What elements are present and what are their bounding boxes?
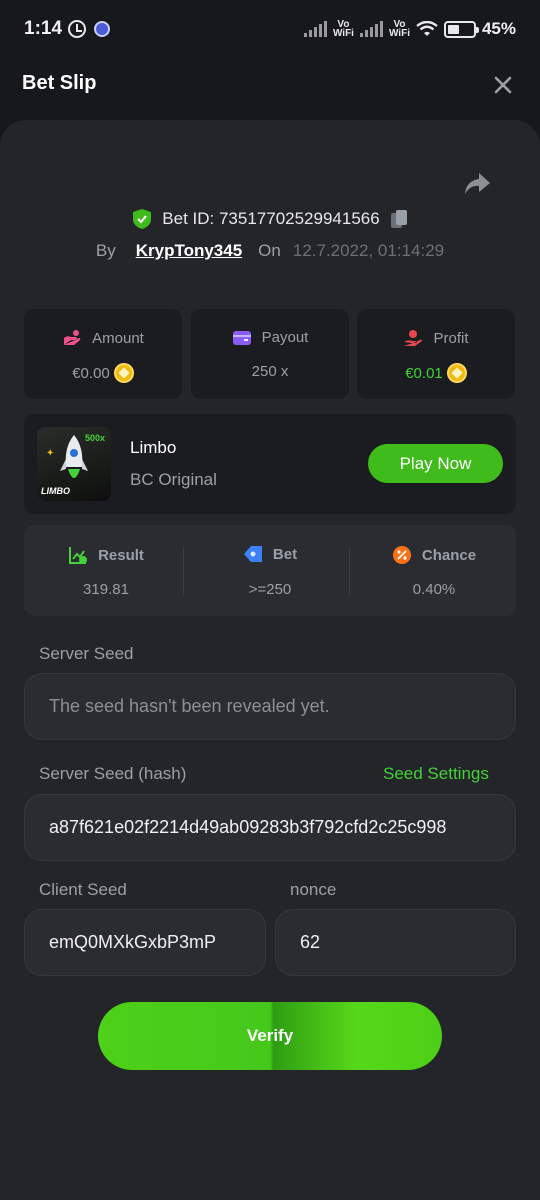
play-now-button[interactable]: Play Now bbox=[368, 444, 503, 483]
chance-value: 0.40% bbox=[412, 581, 456, 598]
chance-column: Chance 0.40% bbox=[352, 525, 516, 616]
battery-percent: 45% bbox=[481, 19, 516, 38]
amount-icon bbox=[64, 330, 81, 345]
result-value: 319.81 bbox=[83, 581, 129, 598]
result-label: Result bbox=[98, 546, 144, 564]
coin-icon bbox=[446, 363, 467, 383]
profit-value: €0.01 bbox=[405, 364, 443, 382]
signal-icon-2 bbox=[359, 21, 383, 37]
bet-id: Bet ID: 73517702529941566 bbox=[162, 209, 380, 228]
thumb-logo: LIMBO bbox=[41, 486, 70, 496]
profit-icon bbox=[404, 330, 423, 346]
server-seed-hash-label: Server Seed (hash) bbox=[39, 764, 187, 783]
sparkle-icon: ✦ bbox=[46, 448, 55, 459]
profit-box: Profit €0.01 bbox=[357, 309, 515, 399]
divider bbox=[183, 547, 184, 595]
game-name: Limbo bbox=[130, 438, 177, 457]
vowifi-icon-2: Vo WiFi bbox=[388, 19, 410, 39]
battery-icon bbox=[443, 20, 479, 38]
payout-label: Payout bbox=[261, 329, 309, 346]
client-seed-label: Client Seed bbox=[39, 880, 127, 899]
on-label: On bbox=[258, 241, 281, 260]
shield-check-icon bbox=[133, 209, 152, 229]
result-column: Result 319.81 bbox=[24, 525, 188, 616]
by-label: By bbox=[95, 241, 116, 260]
result-strip: Result 319.81 Bet >=250 Chance 0.40% bbox=[24, 525, 516, 616]
profit-label: Profit bbox=[433, 329, 469, 347]
percent-icon bbox=[392, 546, 411, 564]
chance-label: Chance bbox=[421, 546, 477, 564]
close-icon[interactable] bbox=[490, 72, 516, 98]
divider bbox=[349, 547, 350, 595]
coin-icon bbox=[113, 363, 134, 383]
status-bar: 1:14 Vo WiFi Vo WiFi 45% bbox=[0, 0, 540, 58]
signal-icon bbox=[303, 21, 327, 37]
server-seed-field[interactable]: The seed hasn't been revealed yet. bbox=[24, 673, 516, 740]
server-seed-label: Server Seed bbox=[39, 644, 134, 663]
game-card: 500x ✦ LIMBO Limbo BC Original Play Now bbox=[24, 414, 516, 514]
wifi-icon bbox=[416, 21, 438, 36]
status-time: 1:14 bbox=[24, 18, 63, 39]
game-thumbnail[interactable]: 500x ✦ LIMBO bbox=[37, 427, 111, 501]
payout-value: 250 x bbox=[251, 363, 289, 380]
bet-label: Bet bbox=[272, 545, 298, 563]
vowifi-icon: Vo WiFi bbox=[332, 19, 354, 39]
payout-box: Payout 250 x bbox=[191, 309, 349, 399]
tag-icon bbox=[243, 546, 262, 562]
seed-settings-link[interactable]: Seed Settings bbox=[383, 764, 489, 784]
alarm-icon bbox=[68, 20, 87, 38]
nonce-label: nonce bbox=[290, 880, 337, 899]
bet-id-row: Bet ID: 73517702529941566 bbox=[0, 208, 540, 230]
result-icon bbox=[69, 547, 88, 564]
bet-date: 12.7.2022, 01:14:29 bbox=[292, 241, 445, 260]
bet-value: >=250 bbox=[248, 581, 292, 598]
share-icon[interactable] bbox=[462, 170, 492, 198]
verify-button[interactable]: Verify bbox=[98, 1002, 442, 1070]
game-provider: BC Original bbox=[130, 470, 217, 489]
username-link[interactable]: KrypTony345 bbox=[136, 241, 242, 261]
bet-column: Bet >=250 bbox=[188, 525, 352, 616]
amount-value: €0.00 bbox=[72, 364, 110, 382]
nonce-field[interactable]: 62 bbox=[275, 909, 516, 976]
copy-icon[interactable] bbox=[390, 209, 408, 229]
server-seed-hash-field[interactable]: a87f621e02f2214d49ab09283b3f792cfd2c25c9… bbox=[24, 794, 516, 861]
header: Bet Slip bbox=[0, 58, 540, 110]
wallet-icon bbox=[232, 330, 251, 345]
app-notification-icon bbox=[94, 21, 111, 37]
amount-label: Amount bbox=[92, 329, 144, 347]
amount-box: Amount €0.00 bbox=[24, 309, 182, 399]
bet-author-row: By KrypTony345 On 12.7.2022, 01:14:29 bbox=[0, 241, 540, 261]
client-seed-field[interactable]: emQ0MXkGxbP3mP bbox=[24, 909, 266, 976]
page-title: Bet Slip bbox=[22, 72, 97, 94]
rocket-icon bbox=[60, 435, 88, 478]
